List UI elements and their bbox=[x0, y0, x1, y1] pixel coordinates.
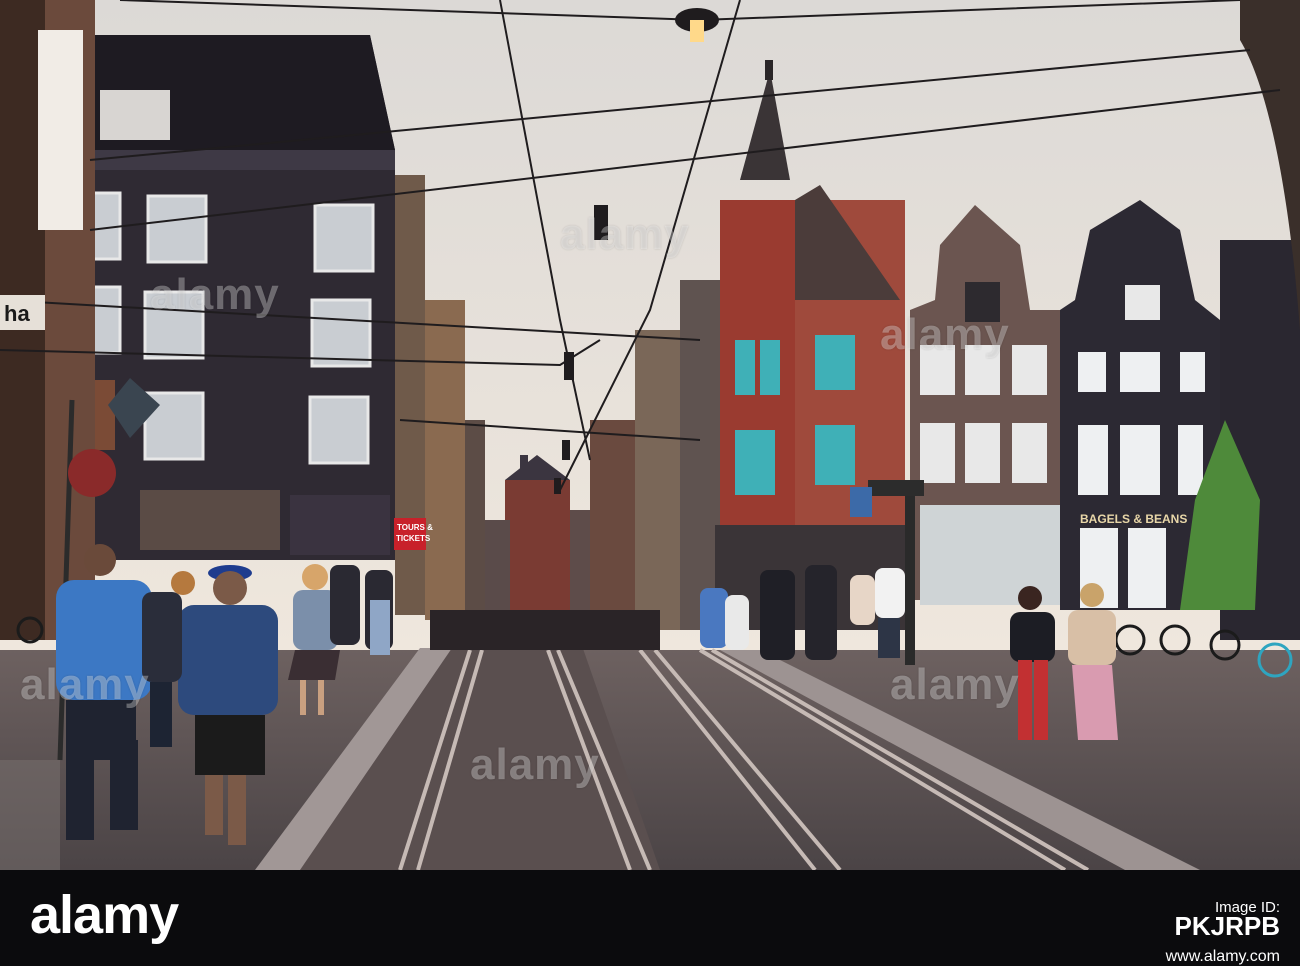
image-id-value: PKJRPB bbox=[1174, 911, 1280, 941]
street-photo: ha TOURS & TICKETS BAGELS & BEANS alamy … bbox=[0, 0, 1300, 870]
footer-bar: alamy Image ID: PKJRPB www.alamy.com bbox=[0, 870, 1300, 965]
tours-sign-top: TOURS & bbox=[397, 523, 433, 532]
brand-logo[interactable]: alamy bbox=[30, 884, 179, 946]
shop-sign-left: ha bbox=[4, 301, 30, 326]
tours-sign-bottom: TICKETS bbox=[396, 534, 431, 543]
street-scene-illustration: ha TOURS & TICKETS BAGELS & BEANS bbox=[0, 0, 1300, 870]
distant-crowd bbox=[430, 610, 660, 650]
bagels-beans-sign: BAGELS & BEANS bbox=[1080, 512, 1187, 526]
image-id-block: Image ID: PKJRPB bbox=[1010, 900, 1280, 941]
site-url[interactable]: www.alamy.com bbox=[1050, 948, 1280, 966]
